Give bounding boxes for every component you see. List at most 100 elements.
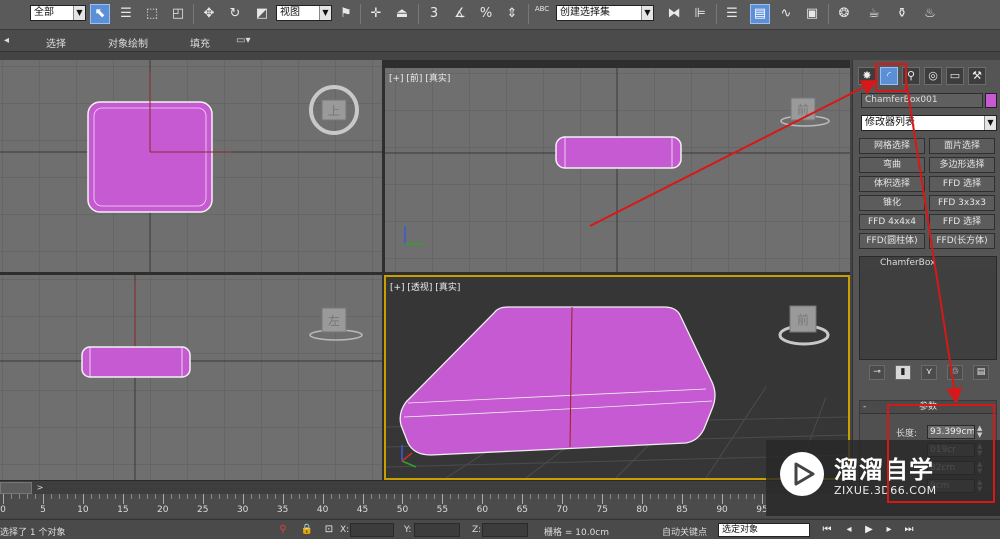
modify-tab[interactable]: ◜ [880, 67, 898, 85]
ribbon-options-icon[interactable]: ▭▾ [236, 35, 250, 46]
track-minor-tick [330, 494, 332, 499]
object-name-field[interactable]: ChamferBox001 [861, 93, 983, 108]
modifier-button[interactable]: FFD(圆柱体) [859, 233, 925, 249]
top-viewport[interactable]: 上 [0, 60, 382, 272]
z-coord-field[interactable] [482, 523, 528, 537]
utilities-tab[interactable]: ⚒ [968, 67, 986, 85]
schematic-view-button[interactable]: ▣ [802, 4, 822, 24]
ribbon-collapse-icon[interactable]: ◂ [4, 35, 9, 46]
viewcube-front-label[interactable]: 前 [797, 102, 809, 117]
next-frame-icon[interactable]: ▸ [882, 523, 896, 537]
track-label: 40 [316, 505, 329, 515]
time-slider-knob[interactable] [0, 482, 32, 494]
modifier-button[interactable]: FFD 选择 [929, 214, 995, 230]
track-minor-tick [250, 494, 252, 499]
viewcube-persp-label[interactable]: 前 [797, 312, 809, 327]
scale-button[interactable]: ◩ [252, 4, 272, 24]
modifier-button[interactable]: FFD 选择 [929, 176, 995, 192]
ribbon-tab-populate[interactable]: 填充 [190, 35, 210, 50]
keyboard-shortcut-button[interactable]: ⏏ [392, 4, 412, 24]
time-slider[interactable]: > [0, 480, 850, 494]
play-icon[interactable]: ▶ [862, 523, 876, 537]
rendered-frame-button[interactable]: ⚱ [892, 4, 912, 24]
modifier-button[interactable]: 多边形选择 [929, 157, 995, 173]
modifier-button[interactable]: FFD 4x4x4 [859, 214, 925, 230]
param-value-field[interactable]: 93.399cm [927, 425, 975, 439]
track-minor-tick [474, 494, 476, 499]
modifier-button[interactable]: 体积选择 [859, 176, 925, 192]
go-to-end-icon[interactable]: ⏭ [902, 523, 916, 537]
stack-item-chamferbox[interactable]: ChamferBox [860, 257, 996, 270]
track-tick [202, 494, 204, 504]
graphite-tools-button[interactable]: ▤ [750, 4, 770, 24]
absolute-mode-icon[interactable]: ⊡ [322, 523, 336, 537]
toolbar-separator [193, 4, 194, 24]
left-viewport[interactable]: 左 [0, 275, 382, 480]
render-setup-button[interactable]: ☕ [864, 4, 884, 24]
rect-region-button[interactable]: ⬚ [142, 4, 162, 24]
persp-viewport-label[interactable]: [+] [透视] [真实] [390, 280, 460, 293]
hierarchy-tab[interactable]: ⚲ [902, 67, 920, 85]
configure-sets-button[interactable]: ▤ [973, 365, 989, 380]
modifier-button[interactable]: 面片选择 [929, 138, 995, 154]
spinner-icon[interactable]: ▲▼ [977, 425, 982, 439]
manipulate-button[interactable]: ✛ [366, 4, 386, 24]
display-tab[interactable]: ▭ [946, 67, 964, 85]
track-minor-tick [378, 494, 380, 499]
track-tick [522, 494, 524, 504]
key-mode-dropdown[interactable]: 选定对象 [718, 523, 810, 537]
pin-stack-button[interactable]: ⊸ [869, 365, 885, 380]
auto-key-label[interactable]: 自动关键点 [662, 525, 707, 538]
motion-tab[interactable]: ◎ [924, 67, 942, 85]
edit-named-sel-button[interactable]: ABC [532, 4, 552, 24]
render-button[interactable]: ♨ [920, 4, 940, 24]
track-minor-tick [10, 494, 12, 499]
move-button[interactable]: ✥ [199, 4, 219, 24]
time-next-button[interactable]: > [34, 482, 46, 494]
percent-snap-button[interactable]: % [476, 4, 496, 24]
show-end-result-button[interactable]: ▮ [895, 365, 911, 380]
ribbon-tab-object-paint[interactable]: 对象绘制 [108, 35, 148, 50]
x-coord-field[interactable] [350, 523, 394, 537]
object-color-swatch[interactable] [985, 93, 997, 108]
select-object-button[interactable]: ⬉ [90, 4, 110, 24]
ribbon-tab-select[interactable]: 选择 [46, 35, 66, 50]
layer-manager-button[interactable]: ☰ [722, 4, 742, 24]
make-unique-button[interactable]: ⋎ [921, 365, 937, 380]
window-crossing-button[interactable]: ◰ [168, 4, 188, 24]
angle-snap-button[interactable]: ∡ [450, 4, 470, 24]
remove-modifier-button[interactable]: ♲ [947, 365, 963, 380]
create-tab[interactable]: ✸ [858, 67, 876, 85]
mirror-button[interactable]: ⧓ [664, 4, 684, 24]
named-selection-dropdown[interactable]: 创建选择集 ▼ [556, 5, 654, 21]
front-viewport-label[interactable]: [+] [前] [真实] [389, 71, 450, 84]
modifier-button[interactable]: FFD(长方体) [929, 233, 995, 249]
isolate-icon[interactable]: ⚲ [276, 523, 290, 537]
viewcube-top-label[interactable]: 上 [328, 104, 340, 118]
prev-frame-icon[interactable]: ◂ [842, 523, 856, 537]
modifier-button[interactable]: 弯曲 [859, 157, 925, 173]
select-by-name-button[interactable]: ☰ [116, 4, 136, 24]
material-editor-button[interactable]: ❂ [834, 4, 854, 24]
viewcube-left-label[interactable]: 左 [328, 313, 340, 328]
front-viewport[interactable]: 前 [+] [前] [真实] [385, 68, 850, 272]
spinner-snap-button[interactable]: ⇕ [502, 4, 522, 24]
modifier-button[interactable]: 网格选择 [859, 138, 925, 154]
snap-toggle-button[interactable]: 3 [424, 4, 444, 24]
track-tick [682, 494, 684, 504]
align-button[interactable]: ⊫ [690, 4, 710, 24]
rotate-button[interactable]: ↻ [225, 4, 245, 24]
selection-filter-dropdown[interactable]: 全部 ▼ [30, 5, 86, 21]
parameters-rollout-header[interactable]: - 参数 [860, 401, 996, 414]
ref-coord-dropdown[interactable]: 视图 ▼ [276, 5, 332, 21]
pivot-button[interactable]: ⚑ [336, 4, 356, 24]
track-minor-tick [650, 494, 652, 499]
lock-icon[interactable]: 🔒 [300, 523, 314, 537]
y-coord-field[interactable] [414, 523, 460, 537]
modifier-button[interactable]: FFD 3x3x3 [929, 195, 995, 211]
keyboard-icon: ⏏ [395, 6, 409, 21]
go-to-start-icon[interactable]: ⏮ [820, 523, 834, 537]
modifier-button[interactable]: 锥化 [859, 195, 925, 211]
modifier-list-dropdown[interactable]: 修改器列表 ▼ [861, 115, 997, 131]
curve-editor-button[interactable]: ∿ [776, 4, 796, 24]
